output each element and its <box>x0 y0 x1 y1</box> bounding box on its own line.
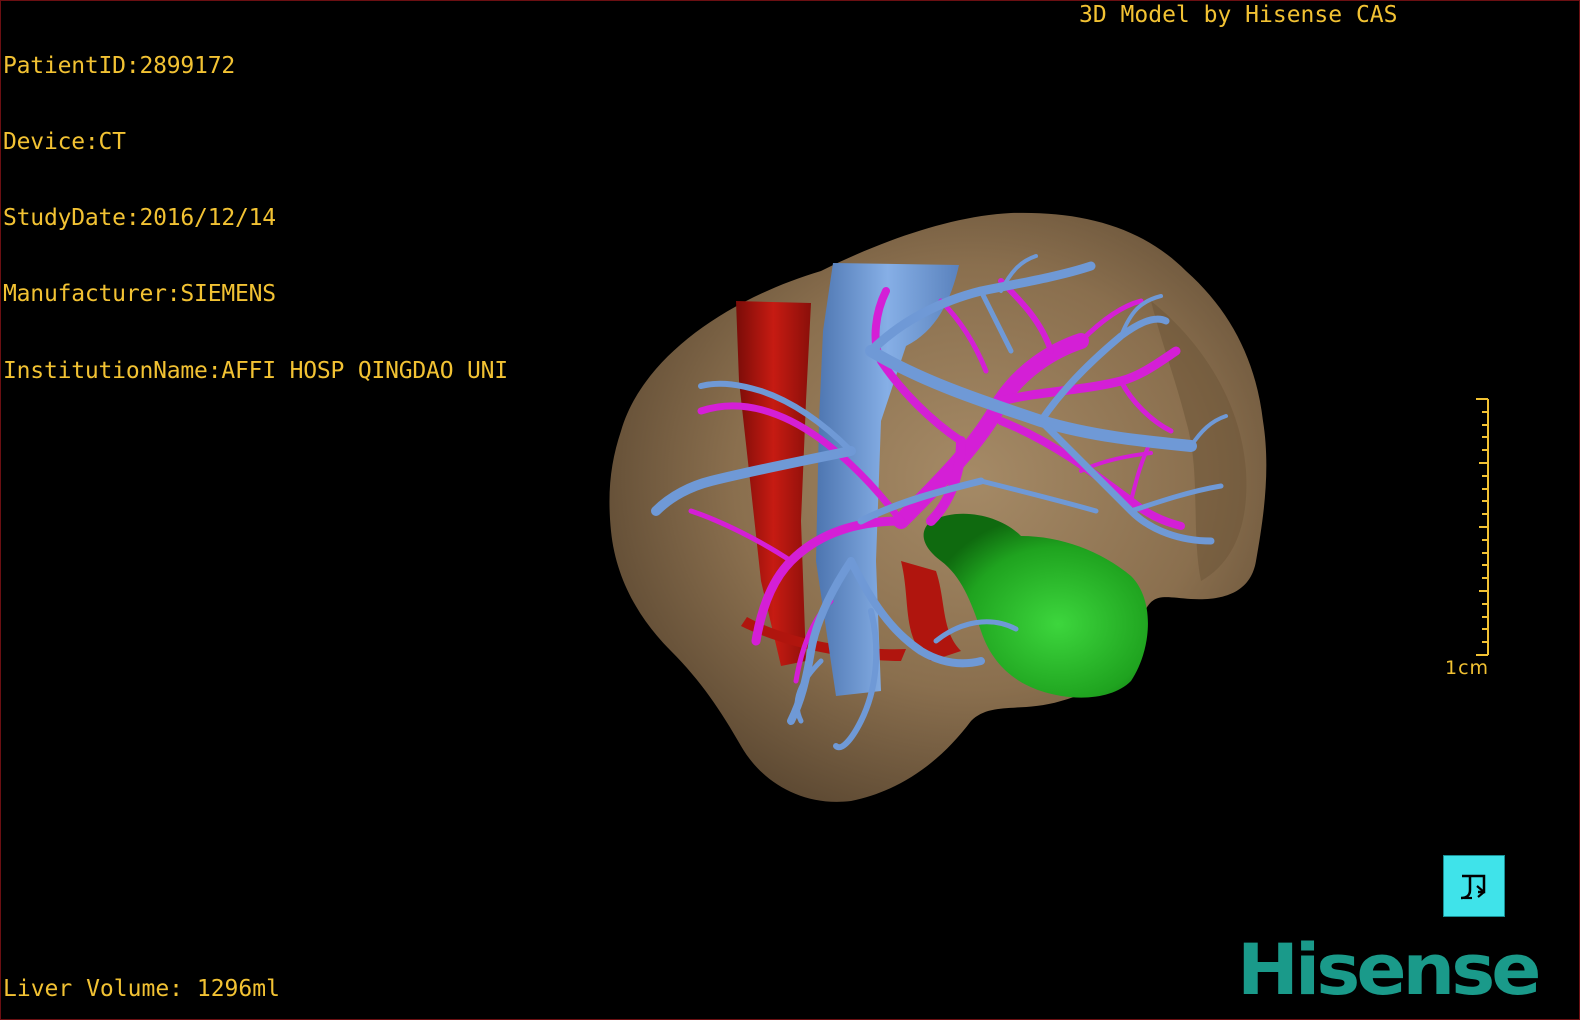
rotate-3d-button[interactable] <box>1443 855 1505 917</box>
scale-bar <box>1476 398 1489 656</box>
hisense-logo: Hisense <box>1237 929 1541 1011</box>
patient-id-text: PatientID:2899172 <box>3 52 236 79</box>
scale-bar-ticks <box>1479 411 1488 643</box>
device-text: Device:CT <box>3 129 126 156</box>
patient-info-overlay: PatientID:2899172 Device:CT StudyDate:20… <box>3 3 508 435</box>
model-credit-text: 3D Model by Hisense CAS <box>1079 2 1398 28</box>
study-date-text: StudyDate:2016/12/14 <box>3 205 276 232</box>
manufacturer-text: Manufacturer:SIEMENS <box>3 281 276 308</box>
liver-volume-text: Liver Volume: 1296ml <box>3 976 280 1002</box>
3d-viewport[interactable]: PatientID:2899172 Device:CT StudyDate:20… <box>0 0 1580 1020</box>
rotate-3d-icon <box>1460 874 1486 900</box>
institution-text: InstitutionName:AFFI HOSP QINGDAO UNI <box>3 357 508 384</box>
scale-bar-label: 1cm <box>1445 657 1490 679</box>
